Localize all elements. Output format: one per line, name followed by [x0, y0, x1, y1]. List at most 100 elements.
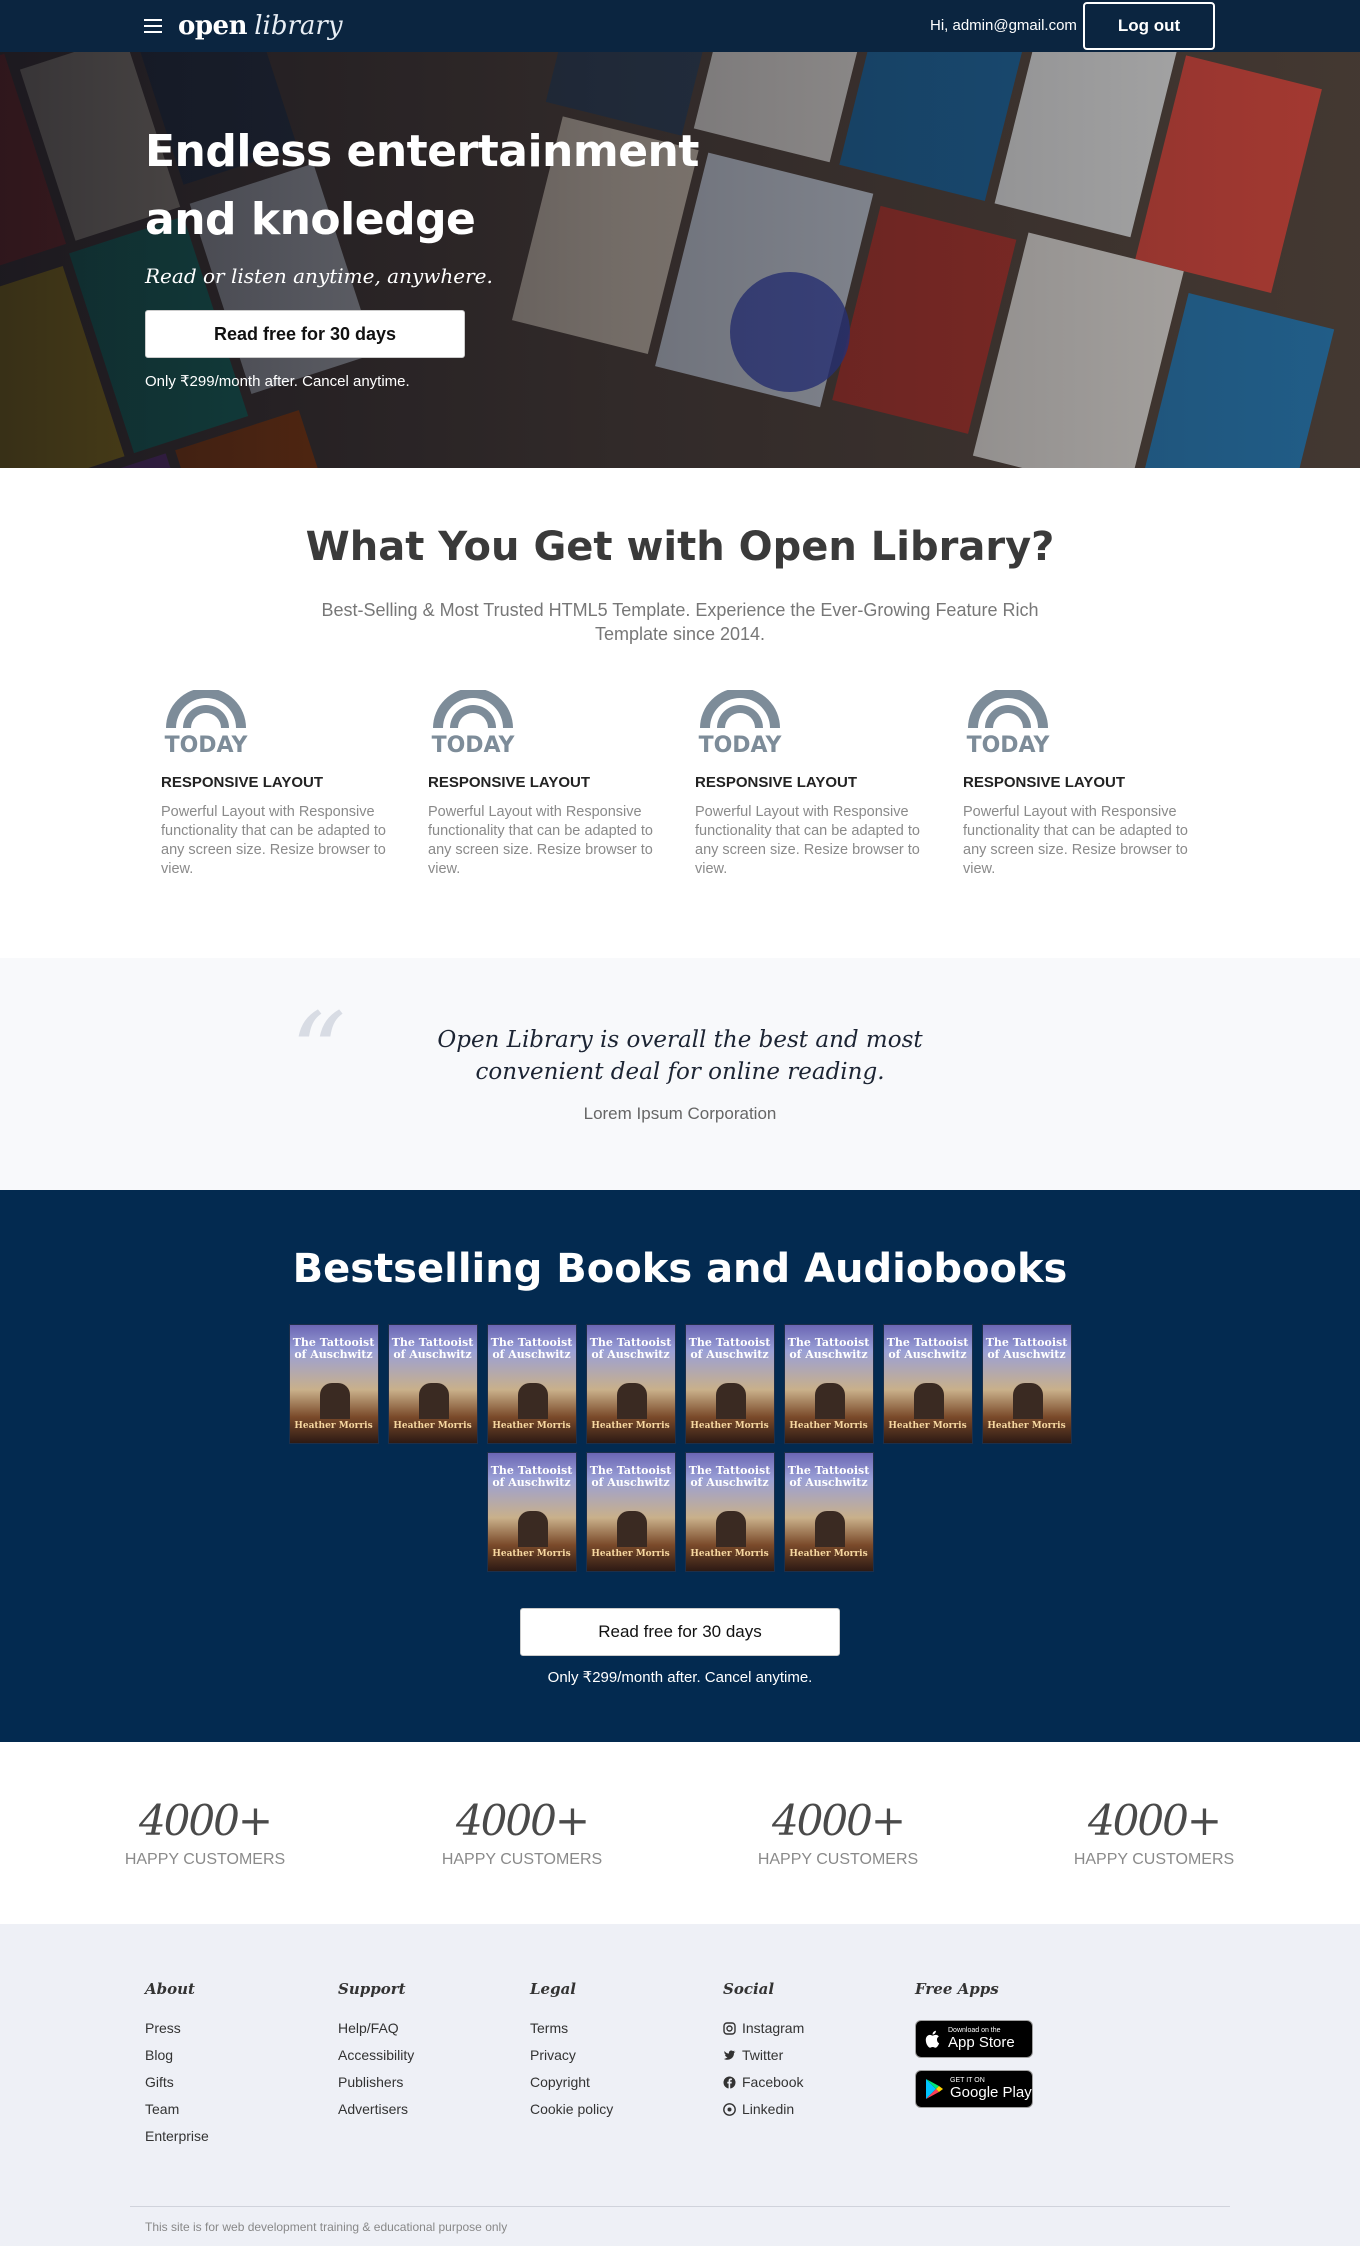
- today-logo-icon: TODAY: [432, 690, 516, 756]
- footer-link-instagram[interactable]: Instagram: [723, 2020, 804, 2036]
- footer-link-publishers[interactable]: Publishers: [338, 2074, 414, 2090]
- footer-link-copyright[interactable]: Copyright: [530, 2074, 613, 2090]
- footer-link-press[interactable]: Press: [145, 2020, 209, 2036]
- stat-label: HAPPY CUSTOMERS: [124, 1851, 286, 1868]
- footer-link-facebook[interactable]: Facebook: [723, 2074, 804, 2090]
- book-cover[interactable]: The Tattooist of Auschwitz Heather Morris: [585, 1324, 676, 1444]
- footer-link-accessibility[interactable]: Accessibility: [338, 2047, 414, 2063]
- book-title: The Tattooist of Auschwitz: [688, 1336, 771, 1361]
- book-cover-figure: [319, 1383, 350, 1419]
- footer-column-apps: Free Apps Download on the App Store GET …: [915, 1980, 1033, 2120]
- feature-heading: RESPONSIVE LAYOUT: [428, 774, 590, 791]
- stat-item: 4000+ HAPPY CUSTOMERS: [85, 1796, 325, 1869]
- book-cover-figure: [517, 1383, 548, 1419]
- book-cover[interactable]: The Tattooist of Auschwitz Heather Morris: [288, 1324, 379, 1444]
- stat-label: HAPPY CUSTOMERS: [757, 1851, 919, 1868]
- book-cover[interactable]: The Tattooist of Auschwitz Heather Morris: [783, 1324, 874, 1444]
- book-cover[interactable]: The Tattooist of Auschwitz Heather Morris: [486, 1324, 577, 1444]
- bestsellers-read-free-button[interactable]: Read free for 30 days: [520, 1608, 840, 1656]
- footer-link-linkedin[interactable]: Linkedin: [723, 2101, 804, 2117]
- footer-link-enterprise[interactable]: Enterprise: [145, 2128, 209, 2144]
- book-cover[interactable]: The Tattooist of Auschwitz Heather Morris: [585, 1452, 676, 1572]
- hero-title-line1: Endless entertainment: [145, 126, 699, 177]
- book-cover[interactable]: The Tattooist of Auschwitz Heather Morris: [684, 1452, 775, 1572]
- linkedin-label: Linkedin: [742, 2101, 795, 2117]
- footer-column-support: Support Help/FAQ Accessibility Publisher…: [338, 1980, 414, 2128]
- footer-link-twitter[interactable]: Twitter: [723, 2047, 804, 2063]
- today-logo-text: TODAY: [432, 733, 516, 756]
- footer-link-privacy[interactable]: Privacy: [530, 2047, 613, 2063]
- top-navbar: open library Hi, admin@gmail.com Log out: [0, 0, 1360, 52]
- logout-button[interactable]: Log out: [1083, 2, 1215, 50]
- hero-title-line2: and knoledge: [145, 194, 476, 245]
- logo[interactable]: open library: [178, 10, 343, 41]
- book-title: The Tattooist of Auschwitz: [391, 1336, 474, 1361]
- feature-heading: RESPONSIVE LAYOUT: [695, 774, 857, 791]
- stats-section: 4000+ HAPPY CUSTOMERS 4000+ HAPPY CUSTOM…: [0, 1742, 1360, 1924]
- book-cover[interactable]: The Tattooist of Auschwitz Heather Morris: [882, 1324, 973, 1444]
- footer-link-gifts[interactable]: Gifts: [145, 2074, 209, 2090]
- logo-italic: library: [254, 11, 343, 41]
- footer-link-cookie-policy[interactable]: Cookie policy: [530, 2101, 613, 2117]
- book-author: Heather Morris: [690, 1421, 769, 1431]
- book-title: The Tattooist of Auschwitz: [886, 1336, 969, 1361]
- book-title: The Tattooist of Auschwitz: [787, 1336, 870, 1361]
- today-logo-text: TODAY: [165, 733, 249, 756]
- book-author: Heather Morris: [987, 1421, 1066, 1431]
- book-cover-figure: [913, 1383, 944, 1419]
- google-play-icon: [926, 2079, 943, 2099]
- feature-text: Powerful Layout with Responsive function…: [963, 804, 1188, 877]
- footer-link-help-faq[interactable]: Help/FAQ: [338, 2020, 414, 2036]
- book-author: Heather Morris: [492, 1421, 571, 1431]
- testimonial-author: Lorem Ipsum Corporation: [583, 1104, 777, 1123]
- book-cover[interactable]: The Tattooist of Auschwitz Heather Morris: [783, 1452, 874, 1572]
- hero-read-free-button[interactable]: Read free for 30 days: [145, 310, 465, 358]
- hero-content: Endless entertainment and knoledge Read …: [145, 118, 745, 390]
- bestsellers-price-note: Only ₹299/month after. Cancel anytime.: [547, 1669, 813, 1686]
- footer-copyright: This site is for web development trainin…: [145, 2220, 508, 2234]
- testimonial-text: Open Library is overall the best and mos…: [437, 1027, 923, 1085]
- footer-heading: Support: [338, 1980, 406, 1998]
- google-play-badge[interactable]: GET IT ON Google Play: [915, 2070, 1033, 2108]
- book-cover-figure: [715, 1511, 746, 1547]
- footer-link-advertisers[interactable]: Advertisers: [338, 2101, 414, 2117]
- menu-icon[interactable]: [144, 19, 162, 33]
- book-cover[interactable]: The Tattooist of Auschwitz Heather Morris: [486, 1452, 577, 1572]
- footer-heading: Social: [723, 1980, 775, 1998]
- book-cover-figure: [616, 1511, 647, 1547]
- book-cover[interactable]: The Tattooist of Auschwitz Heather Morris: [387, 1324, 478, 1444]
- footer-link-blog[interactable]: Blog: [145, 2047, 209, 2063]
- stat-number: 4000+: [771, 1796, 906, 1845]
- facebook-label: Facebook: [742, 2074, 804, 2090]
- footer-link-terms[interactable]: Terms: [530, 2020, 613, 2036]
- twitter-label: Twitter: [742, 2047, 784, 2063]
- today-logo-icon: TODAY: [967, 690, 1050, 756]
- today-logo-icon: TODAY: [165, 690, 249, 756]
- twitter-icon: [724, 2049, 736, 2060]
- footer-link-team[interactable]: Team: [145, 2101, 209, 2117]
- feature-heading: RESPONSIVE LAYOUT: [963, 774, 1125, 791]
- footer-column-social: Social Instagram Twitter Facebook Linked…: [723, 1980, 804, 2128]
- book-author: Heather Morris: [294, 1421, 373, 1431]
- apple-icon: [925, 2030, 940, 2048]
- feature-text: Powerful Layout with Responsive function…: [428, 804, 653, 877]
- stat-number: 4000+: [138, 1796, 273, 1845]
- today-logo-text: TODAY: [699, 733, 783, 756]
- book-title: The Tattooist of Auschwitz: [589, 1336, 672, 1361]
- hero-subtitle: Read or listen anytime, anywhere.: [145, 264, 493, 288]
- book-author: Heather Morris: [789, 1549, 868, 1559]
- stat-item: 4000+ HAPPY CUSTOMERS: [1034, 1796, 1274, 1869]
- app-store-badge[interactable]: Download on the App Store: [915, 2020, 1033, 2058]
- stat-label: HAPPY CUSTOMERS: [441, 1851, 603, 1868]
- book-title: The Tattooist of Auschwitz: [589, 1464, 672, 1489]
- hero-section: Endless entertainment and knoledge Read …: [0, 52, 1360, 468]
- footer: About Press Blog Gifts Team Enterprise S…: [0, 1924, 1360, 2246]
- instagram-icon: [723, 2021, 736, 2035]
- book-cover[interactable]: The Tattooist of Auschwitz Heather Morris: [684, 1324, 775, 1444]
- hero-title: Endless entertainment and knoledge: [145, 118, 745, 254]
- book-title: The Tattooist of Auschwitz: [787, 1464, 870, 1489]
- book-author: Heather Morris: [492, 1549, 571, 1559]
- book-author: Heather Morris: [888, 1421, 967, 1431]
- bestsellers-title: Bestselling Books and Audiobooks: [292, 1246, 1068, 1292]
- book-cover[interactable]: The Tattooist of Auschwitz Heather Morris: [981, 1324, 1072, 1444]
